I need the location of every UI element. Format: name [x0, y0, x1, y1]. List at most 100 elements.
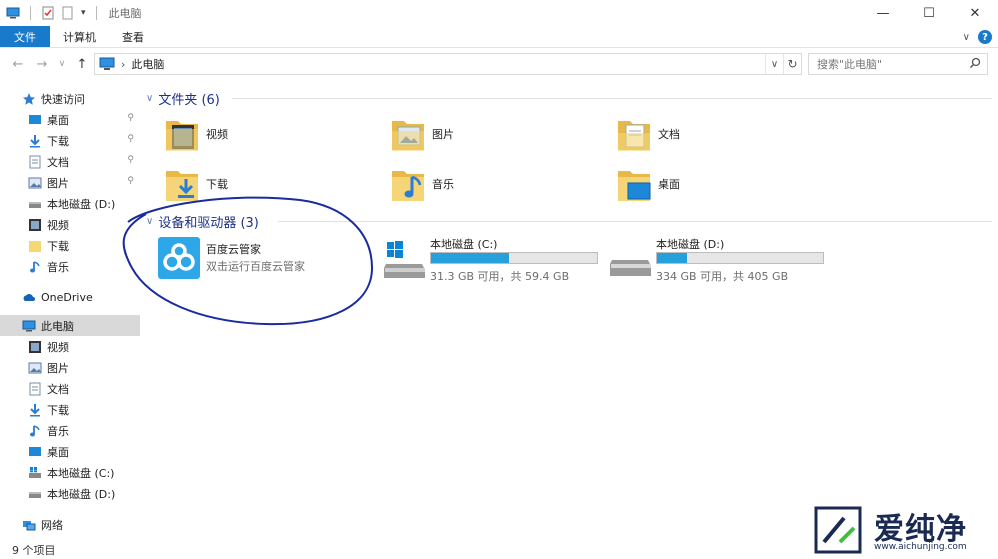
new-folder-icon[interactable]: [61, 6, 75, 20]
address-text[interactable]: 此电脑: [131, 56, 164, 72]
folder-label: 文档: [658, 128, 680, 141]
properties-icon[interactable]: [41, 6, 55, 20]
maximize-button[interactable]: ☐: [906, 0, 952, 26]
divider: [278, 221, 992, 222]
tab-computer[interactable]: 计算机: [50, 26, 109, 47]
recent-locations-button[interactable]: ∨: [52, 59, 72, 69]
search-input[interactable]: 搜索"此电脑": [808, 53, 988, 75]
sidebar-item-desktop[interactable]: 桌面: [0, 441, 140, 462]
baidu-cloud-icon: [158, 237, 200, 279]
folder-pictures[interactable]: 图片: [390, 112, 610, 156]
sidebar-item-label: OneDrive: [41, 291, 93, 304]
sidebar-item-label: 网络: [41, 518, 63, 532]
forward-button[interactable]: →: [32, 57, 52, 72]
devices-group-header[interactable]: ∨ 设备和驱动器 (3): [146, 211, 259, 231]
video-icon: [29, 218, 41, 231]
folder-desktop[interactable]: 桌面: [616, 162, 836, 206]
sidebar-item-label: 文档: [47, 382, 69, 396]
sidebar-item-downloads-folder[interactable]: 下载: [0, 235, 140, 256]
drive-icon: [29, 201, 41, 208]
watermark-url: www.aichunjing.com: [874, 542, 967, 552]
quick-access-toolbar: ▾ 此电脑: [0, 5, 142, 21]
group-title: 设备和驱动器 (3): [158, 215, 259, 231]
search-placeholder: 搜索"此电脑": [817, 58, 883, 71]
close-button[interactable]: ✕: [952, 0, 998, 26]
sidebar-item-label: 本地磁盘 (D:): [47, 197, 116, 211]
app-baidu-cloud-manager[interactable]: 百度云管家 双击运行百度云管家: [158, 237, 378, 281]
pin-icon: ⚲: [127, 176, 134, 186]
sidebar-item-music[interactable]: 音乐: [0, 420, 140, 441]
separator: [30, 6, 31, 20]
drive-usage-fill: [431, 253, 510, 263]
sidebar-item-label: 视频: [47, 340, 69, 354]
refresh-button[interactable]: ↻: [783, 54, 801, 74]
content-pane: ∨ 文件夹 (6) 视频 图片 文档 下载 音乐 桌面 ∨ 设备和驱动器 (3): [140, 80, 998, 539]
folder-label: 视频: [206, 128, 228, 141]
downloads-folder-icon: [166, 171, 198, 201]
address-chevron-icon[interactable]: ›: [121, 58, 125, 71]
sidebar-item-onedrive[interactable]: OneDrive: [0, 287, 140, 308]
sidebar-item-documents[interactable]: 文档 ⚲: [0, 151, 140, 172]
sidebar-item-pictures[interactable]: 图片 ⚲: [0, 172, 140, 193]
back-button[interactable]: ←: [8, 57, 28, 72]
sidebar-item-quick-access[interactable]: 快速访问: [0, 88, 140, 109]
sidebar-item-label: 音乐: [47, 260, 69, 274]
sidebar-item-label: 下载: [47, 134, 69, 148]
divider: [232, 98, 992, 99]
sidebar-item-label: 本地磁盘 (C:): [47, 466, 115, 480]
sidebar-item-local-disk-c[interactable]: 本地磁盘 (C:): [0, 462, 140, 483]
sidebar-item-downloads[interactable]: 下载: [0, 399, 140, 420]
folder-label: 桌面: [658, 178, 680, 191]
music-folder-icon: [392, 171, 424, 201]
folder-documents[interactable]: 文档: [616, 112, 836, 156]
sidebar-item-videos[interactable]: 视频: [0, 214, 140, 235]
sidebar-item-label: 图片: [47, 176, 69, 190]
drive-icon: [610, 260, 651, 276]
sidebar-item-label: 视频: [47, 218, 69, 232]
sidebar-item-downloads[interactable]: 下载 ⚲: [0, 130, 140, 151]
address-bar[interactable]: › 此电脑 ∨ ↻: [94, 53, 802, 75]
music-icon: [30, 424, 40, 436]
collapse-chevron-icon[interactable]: ∨: [146, 216, 153, 227]
drive-usage-bar: [656, 252, 824, 264]
folder-videos[interactable]: 视频: [164, 112, 384, 156]
collapse-chevron-icon[interactable]: ∨: [146, 93, 153, 104]
up-button[interactable]: ↑: [72, 57, 92, 72]
sidebar-item-local-disk-d[interactable]: 本地磁盘 (D:): [0, 483, 140, 504]
navigation-pane: 快速访问 桌面 ⚲ 下载 ⚲ 文档 ⚲ 图片 ⚲ 本地磁盘 (D:) 视频 下载…: [0, 84, 140, 539]
drive-icon: [29, 491, 41, 498]
sidebar-item-documents[interactable]: 文档: [0, 378, 140, 399]
sidebar-item-videos[interactable]: 视频: [0, 336, 140, 357]
drive-name: 本地磁盘 (D:): [656, 238, 725, 251]
sidebar-item-label: 下载: [47, 239, 69, 253]
minimize-button[interactable]: —: [860, 0, 906, 26]
app-subtitle: 双击运行百度云管家: [206, 260, 305, 273]
sidebar-item-label: 音乐: [47, 424, 69, 438]
tab-file[interactable]: 文件: [0, 26, 50, 47]
download-icon: [30, 134, 40, 147]
sidebar-item-label: 本地磁盘 (D:): [47, 487, 116, 501]
folders-group-header[interactable]: ∨ 文件夹 (6): [146, 88, 220, 108]
pin-icon: ⚲: [127, 155, 134, 165]
folder-music[interactable]: 音乐: [390, 162, 610, 206]
search-icon[interactable]: [969, 57, 981, 69]
video-icon: [29, 340, 41, 353]
expand-ribbon-icon[interactable]: ∨: [963, 32, 970, 43]
sidebar-item-network[interactable]: 网络: [0, 514, 140, 535]
sidebar-item-desktop[interactable]: 桌面 ⚲: [0, 109, 140, 130]
folder-downloads[interactable]: 下载: [164, 162, 384, 206]
drive-c[interactable]: 本地磁盘 (C:) 31.3 GB 可用，共 59.4 GB: [384, 236, 624, 288]
sidebar-item-local-disk-d[interactable]: 本地磁盘 (D:): [0, 193, 140, 214]
tab-view[interactable]: 查看: [109, 26, 157, 47]
help-button[interactable]: ?: [978, 30, 992, 44]
sidebar-item-music[interactable]: 音乐: [0, 256, 140, 277]
sidebar-item-this-pc[interactable]: 此电脑: [0, 315, 140, 336]
music-icon: [30, 260, 40, 272]
drive-d[interactable]: 本地磁盘 (D:) 334 GB 可用，共 405 GB: [610, 236, 850, 288]
address-dropdown-button[interactable]: ∨: [765, 54, 783, 74]
system-drive-icon: [384, 241, 425, 278]
sidebar-item-pictures[interactable]: 图片: [0, 357, 140, 378]
window-title: 此电脑: [108, 7, 142, 20]
computer-icon[interactable]: [6, 6, 20, 20]
customize-quick-access-icon[interactable]: ▾: [81, 8, 86, 18]
